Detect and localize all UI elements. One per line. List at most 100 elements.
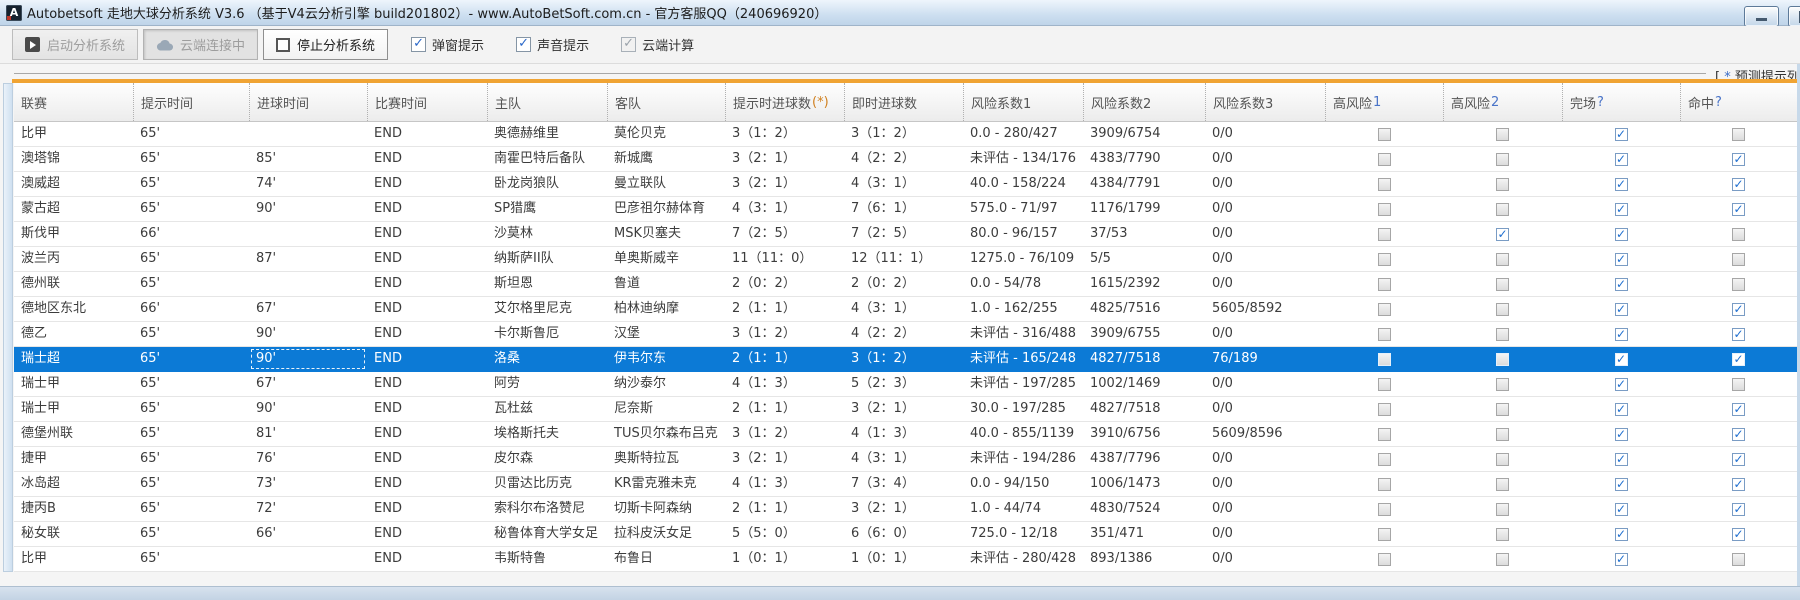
column-header-2[interactable]: 进球时间	[249, 83, 367, 121]
checkbox-finished[interactable]	[1614, 552, 1628, 566]
column-header-13[interactable]: 完场?	[1562, 83, 1680, 121]
checkbox-hit[interactable]	[1732, 402, 1745, 416]
checkbox-high-risk2[interactable]	[1496, 477, 1509, 491]
checkbox-high-risk2[interactable]	[1496, 352, 1509, 366]
column-header-14[interactable]: 命中?	[1680, 83, 1797, 121]
column-header-3[interactable]: 比赛时间	[367, 83, 487, 121]
table-row[interactable]: 瑞士超 65' 90' END 洛桑 伊韦尔东 2（1：1） 3（1：2） 未评估 - 165/…	[14, 347, 1797, 372]
checkbox-hit[interactable]	[1732, 452, 1745, 466]
table-row[interactable]: 德乙 65' 90' END 卡尔斯鲁厄 汉堡 3（1：2） 4（2：2） 未评估 - 316/…	[14, 322, 1797, 347]
checkbox-high-risk2[interactable]	[1496, 402, 1509, 416]
stop-analysis-button[interactable]: 停止分析系统	[263, 29, 389, 60]
checkbox-high-risk2[interactable]	[1496, 552, 1509, 566]
checkbox-finished[interactable]	[1614, 152, 1628, 166]
checkbox-hit[interactable]	[1732, 377, 1745, 391]
checkbox-finished[interactable]	[1614, 477, 1628, 491]
checkbox-hit[interactable]	[1732, 427, 1745, 441]
table-row[interactable]: 波兰丙 65' 87' END 纳斯萨II队 单奥斯威辛 11（11：0） 12（11：1） 1…	[14, 247, 1797, 272]
column-header-9[interactable]: 风险系数2	[1083, 83, 1205, 121]
checkbox-high-risk2[interactable]	[1496, 502, 1509, 516]
checkbox-high-risk2[interactable]	[1496, 227, 1509, 241]
column-header-6[interactable]: 提示时进球数 (*)	[725, 83, 844, 121]
checkbox-high-risk2[interactable]	[1496, 377, 1509, 391]
checkbox-high-risk1[interactable]	[1377, 277, 1391, 291]
popup-alert-checkbox[interactable]: 弹窗提示	[411, 35, 484, 54]
checkbox-high-risk2[interactable]	[1496, 327, 1509, 341]
checkbox-hit[interactable]	[1732, 277, 1745, 291]
checkbox-high-risk2[interactable]	[1496, 277, 1509, 291]
table-row[interactable]: 蒙古超 65' 90' END SP猎鹰 巴彦祖尔赫体育 4（3：1） 7（6：1） 575.0…	[14, 197, 1797, 222]
checkbox-high-risk1[interactable]	[1377, 502, 1391, 516]
table-row[interactable]: 德地区东北 66' 67' END 艾尔格里尼克 柏林迪纳摩 2（1：1） 4（3：1） 1.0…	[14, 297, 1797, 322]
column-header-1[interactable]: 提示时间	[133, 83, 249, 121]
checkbox-hit[interactable]	[1732, 527, 1745, 541]
cloud-compute-checkbox[interactable]: 云端计算	[621, 35, 694, 54]
checkbox-hit[interactable]	[1732, 502, 1745, 516]
column-header-8[interactable]: 风险系数1	[963, 83, 1083, 121]
checkbox-finished[interactable]	[1614, 277, 1628, 291]
column-header-10[interactable]: 风险系数3	[1205, 83, 1325, 121]
checkbox-high-risk1[interactable]	[1377, 352, 1391, 366]
checkbox-hit[interactable]	[1732, 152, 1745, 166]
cloud-connecting-button[interactable]: 云端连接中	[143, 29, 259, 60]
checkbox-hit[interactable]	[1732, 252, 1745, 266]
column-header-5[interactable]: 客队	[607, 83, 725, 121]
checkbox-high-risk2[interactable]	[1496, 252, 1509, 266]
checkbox-finished[interactable]	[1614, 127, 1628, 141]
table-row[interactable]: 澳塔锦 65' 85' END 南霍巴特后备队 新城鹰 3（2：1） 4（2：2） 未评估 - …	[14, 147, 1797, 172]
table-row[interactable]: 比甲 65' END 奥德赫维里 莫伦贝克 3（1：2） 3（1：2） 0.0 - 280/4…	[14, 122, 1797, 147]
checkbox-high-risk1[interactable]	[1377, 402, 1391, 416]
start-analysis-button[interactable]: 启动分析系统	[12, 29, 139, 60]
checkbox-finished[interactable]	[1614, 402, 1628, 416]
checkbox-high-risk1[interactable]	[1377, 252, 1391, 266]
column-header-7[interactable]: 即时进球数	[844, 83, 963, 121]
column-header-0[interactable]: 联赛	[14, 83, 133, 121]
checkbox-high-risk1[interactable]	[1377, 177, 1391, 191]
table-row[interactable]: 斯伐甲 66' END 沙莫林 MSK贝塞夫 7（2：5） 7（2：5） 80.0 - 96/…	[14, 222, 1797, 247]
checkbox-high-risk1[interactable]	[1377, 427, 1391, 441]
table-row[interactable]: 比甲 65' END 韦斯特鲁 布鲁日 1（0：1） 1（0：1） 未评估 - 280/428…	[14, 547, 1797, 572]
checkbox-hit[interactable]	[1732, 302, 1745, 316]
checkbox-finished[interactable]	[1614, 527, 1628, 541]
checkbox-high-risk2[interactable]	[1496, 152, 1509, 166]
checkbox-high-risk1[interactable]	[1377, 227, 1391, 241]
table-row[interactable]: 捷甲 65' 76' END 皮尔森 奥斯特拉瓦 3（2：1） 4（3：1） 未评估 - 194…	[14, 447, 1797, 472]
checkbox-high-risk2[interactable]	[1496, 527, 1509, 541]
checkbox-high-risk2[interactable]	[1496, 452, 1509, 466]
checkbox-high-risk1[interactable]	[1377, 452, 1391, 466]
checkbox-finished[interactable]	[1614, 427, 1628, 441]
table-row[interactable]: 德州联 65' END 斯坦恩 鲁道 2（0：2） 2（0：2） 0.0 - 54/78 161…	[14, 272, 1797, 297]
checkbox-finished[interactable]	[1614, 202, 1628, 216]
table-row[interactable]: 瑞士甲 65' 67' END 阿劳 纳沙泰尔 4（1：3） 5（2：3） 未评估 - 197/…	[14, 372, 1797, 397]
table-row[interactable]: 瑞士甲 65' 90' END 瓦杜兹 尼奈斯 2（1：1） 3（2：1） 30.0 - 197…	[14, 397, 1797, 422]
table-row[interactable]: 澳威超 65' 74' END 卧龙岗狼队 曼立联队 3（2：1） 4（3：1） 40.0 - …	[14, 172, 1797, 197]
checkbox-hit[interactable]	[1732, 552, 1745, 566]
checkbox-hit[interactable]	[1732, 477, 1745, 491]
checkbox-high-risk2[interactable]	[1496, 177, 1509, 191]
checkbox-finished[interactable]	[1614, 177, 1628, 191]
table-row[interactable]: 德堡州联 65' 81' END 埃格斯托夫 TUS贝尔森布吕克 3（1：2） 4（1：3） 4…	[14, 422, 1797, 447]
checkbox-high-risk2[interactable]	[1496, 427, 1509, 441]
checkbox-finished[interactable]	[1614, 252, 1628, 266]
checkbox-high-risk1[interactable]	[1377, 152, 1391, 166]
sound-alert-checkbox[interactable]: 声音提示	[516, 35, 589, 54]
checkbox-finished[interactable]	[1614, 502, 1628, 516]
checkbox-hit[interactable]	[1732, 327, 1745, 341]
checkbox-high-risk1[interactable]	[1377, 527, 1391, 541]
checkbox-high-risk2[interactable]	[1496, 302, 1509, 316]
table-row[interactable]: 捷丙B 65' 72' END 索科尔布洛赞尼 切斯卡阿森纳 2（1：1） 3（2：1） 1.0…	[14, 497, 1797, 522]
table-row[interactable]: 冰岛超 65' 73' END 贝雷达比历克 KR雷克雅未克 4（1：3） 7（3：4） 0.0…	[14, 472, 1797, 497]
checkbox-hit[interactable]	[1732, 202, 1745, 216]
checkbox-finished[interactable]	[1614, 377, 1628, 391]
table-row[interactable]: 秘女联 65' 66' END 秘鲁体育大学女足 拉科皮沃女足 5（5：0） 6（6：0） 72…	[14, 522, 1797, 547]
checkbox-hit[interactable]	[1732, 227, 1745, 241]
checkbox-high-risk1[interactable]	[1377, 202, 1391, 216]
column-header-4[interactable]: 主队	[487, 83, 607, 121]
maximize-button[interactable]	[1788, 6, 1800, 27]
checkbox-hit[interactable]	[1732, 177, 1745, 191]
checkbox-high-risk1[interactable]	[1377, 377, 1391, 391]
minimize-button[interactable]	[1744, 6, 1779, 27]
checkbox-hit[interactable]	[1732, 352, 1745, 366]
checkbox-finished[interactable]	[1614, 227, 1628, 241]
checkbox-high-risk1[interactable]	[1377, 127, 1391, 141]
